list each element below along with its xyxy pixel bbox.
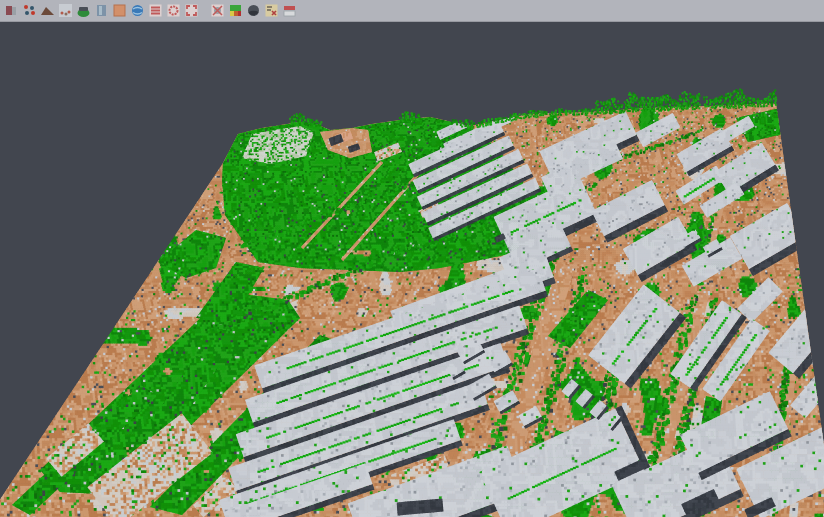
- application-window: [0, 0, 824, 517]
- profile-panel-icon[interactable]: [92, 2, 110, 20]
- point-cloud-icon[interactable]: [20, 2, 38, 20]
- viewport: [0, 23, 824, 517]
- circle-select-icon[interactable]: [164, 2, 182, 20]
- rect-select-icon[interactable]: [182, 2, 200, 20]
- globe-view-icon[interactable]: [128, 2, 146, 20]
- measure-delete-icon[interactable]: [262, 2, 280, 20]
- list-icon[interactable]: [146, 2, 164, 20]
- toolbar: [0, 0, 824, 22]
- ground-points-icon[interactable]: [56, 2, 74, 20]
- vegetation-icon[interactable]: [74, 2, 92, 20]
- classification-colors-icon[interactable]: [226, 2, 244, 20]
- layer-remove-icon[interactable]: [280, 2, 298, 20]
- clear-selection-icon[interactable]: [208, 2, 226, 20]
- sphere-view-icon[interactable]: [244, 2, 262, 20]
- ortho-view-icon[interactable]: [110, 2, 128, 20]
- open-data-icon[interactable]: [2, 2, 20, 20]
- viewport-3d-canvas[interactable]: [0, 23, 824, 517]
- terrain-icon[interactable]: [38, 2, 56, 20]
